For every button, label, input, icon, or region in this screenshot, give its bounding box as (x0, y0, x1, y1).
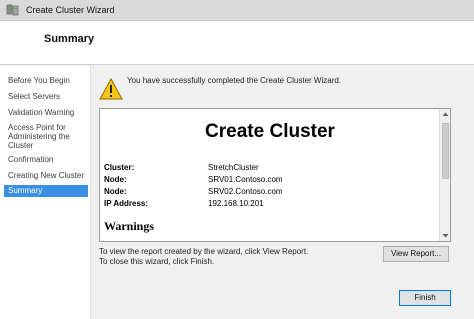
row-key: Node: (104, 187, 127, 196)
cluster-wizard-icon (6, 4, 19, 16)
scroll-down-icon[interactable] (440, 230, 451, 241)
step-validation-warning[interactable]: Validation Warning (4, 108, 88, 118)
row-key: Node: (104, 175, 127, 184)
row-value: SRV02.Contoso.com (208, 187, 283, 196)
warning-icon (99, 78, 123, 100)
step-select-servers[interactable]: Select Servers (4, 92, 88, 102)
close-wizard-hint: To close this wizard, click Finish. (99, 257, 215, 266)
view-report-hint: To view the report created by the wizard… (99, 247, 309, 256)
scroll-thumb[interactable] (442, 123, 449, 179)
view-report-button[interactable]: View Report... (383, 246, 449, 262)
row-value: SRV01.Contoso.com (208, 175, 283, 184)
title-bar: Create Cluster Wizard (0, 0, 474, 21)
success-message: You have successfully completed the Crea… (127, 76, 342, 85)
step-confirmation[interactable]: Confirmation (4, 155, 88, 165)
step-access-point[interactable]: Access Point for Administering the Clust… (4, 123, 88, 150)
report-scrollbar[interactable] (439, 109, 450, 241)
wizard-steps-sidebar: Before You Begin Select Servers Validati… (0, 66, 90, 319)
page-title: Summary (44, 33, 95, 45)
report-panel[interactable]: Create Cluster Cluster: StretchCluster N… (99, 108, 451, 242)
report-title: Create Cluster (205, 121, 335, 142)
step-before-you-begin[interactable]: Before You Begin (4, 76, 88, 86)
wizard-content: You have successfully completed the Crea… (90, 66, 474, 319)
warnings-heading: Warnings (104, 219, 155, 233)
finish-button[interactable]: Finish (399, 290, 451, 306)
window-title: Create Cluster Wizard (26, 5, 115, 15)
wizard-window: Create Cluster Wizard Summary Before You… (0, 0, 474, 319)
page-header: Summary (0, 21, 474, 65)
step-summary[interactable]: Summary (4, 185, 88, 197)
row-key: IP Address: (104, 199, 149, 208)
step-creating-new-cluster[interactable]: Creating New Cluster (4, 171, 88, 181)
row-key: Cluster: (104, 163, 135, 172)
row-value: 192.168.10.201 (208, 199, 264, 208)
row-value: StretchCluster (208, 163, 259, 172)
scroll-up-icon[interactable] (440, 109, 451, 120)
